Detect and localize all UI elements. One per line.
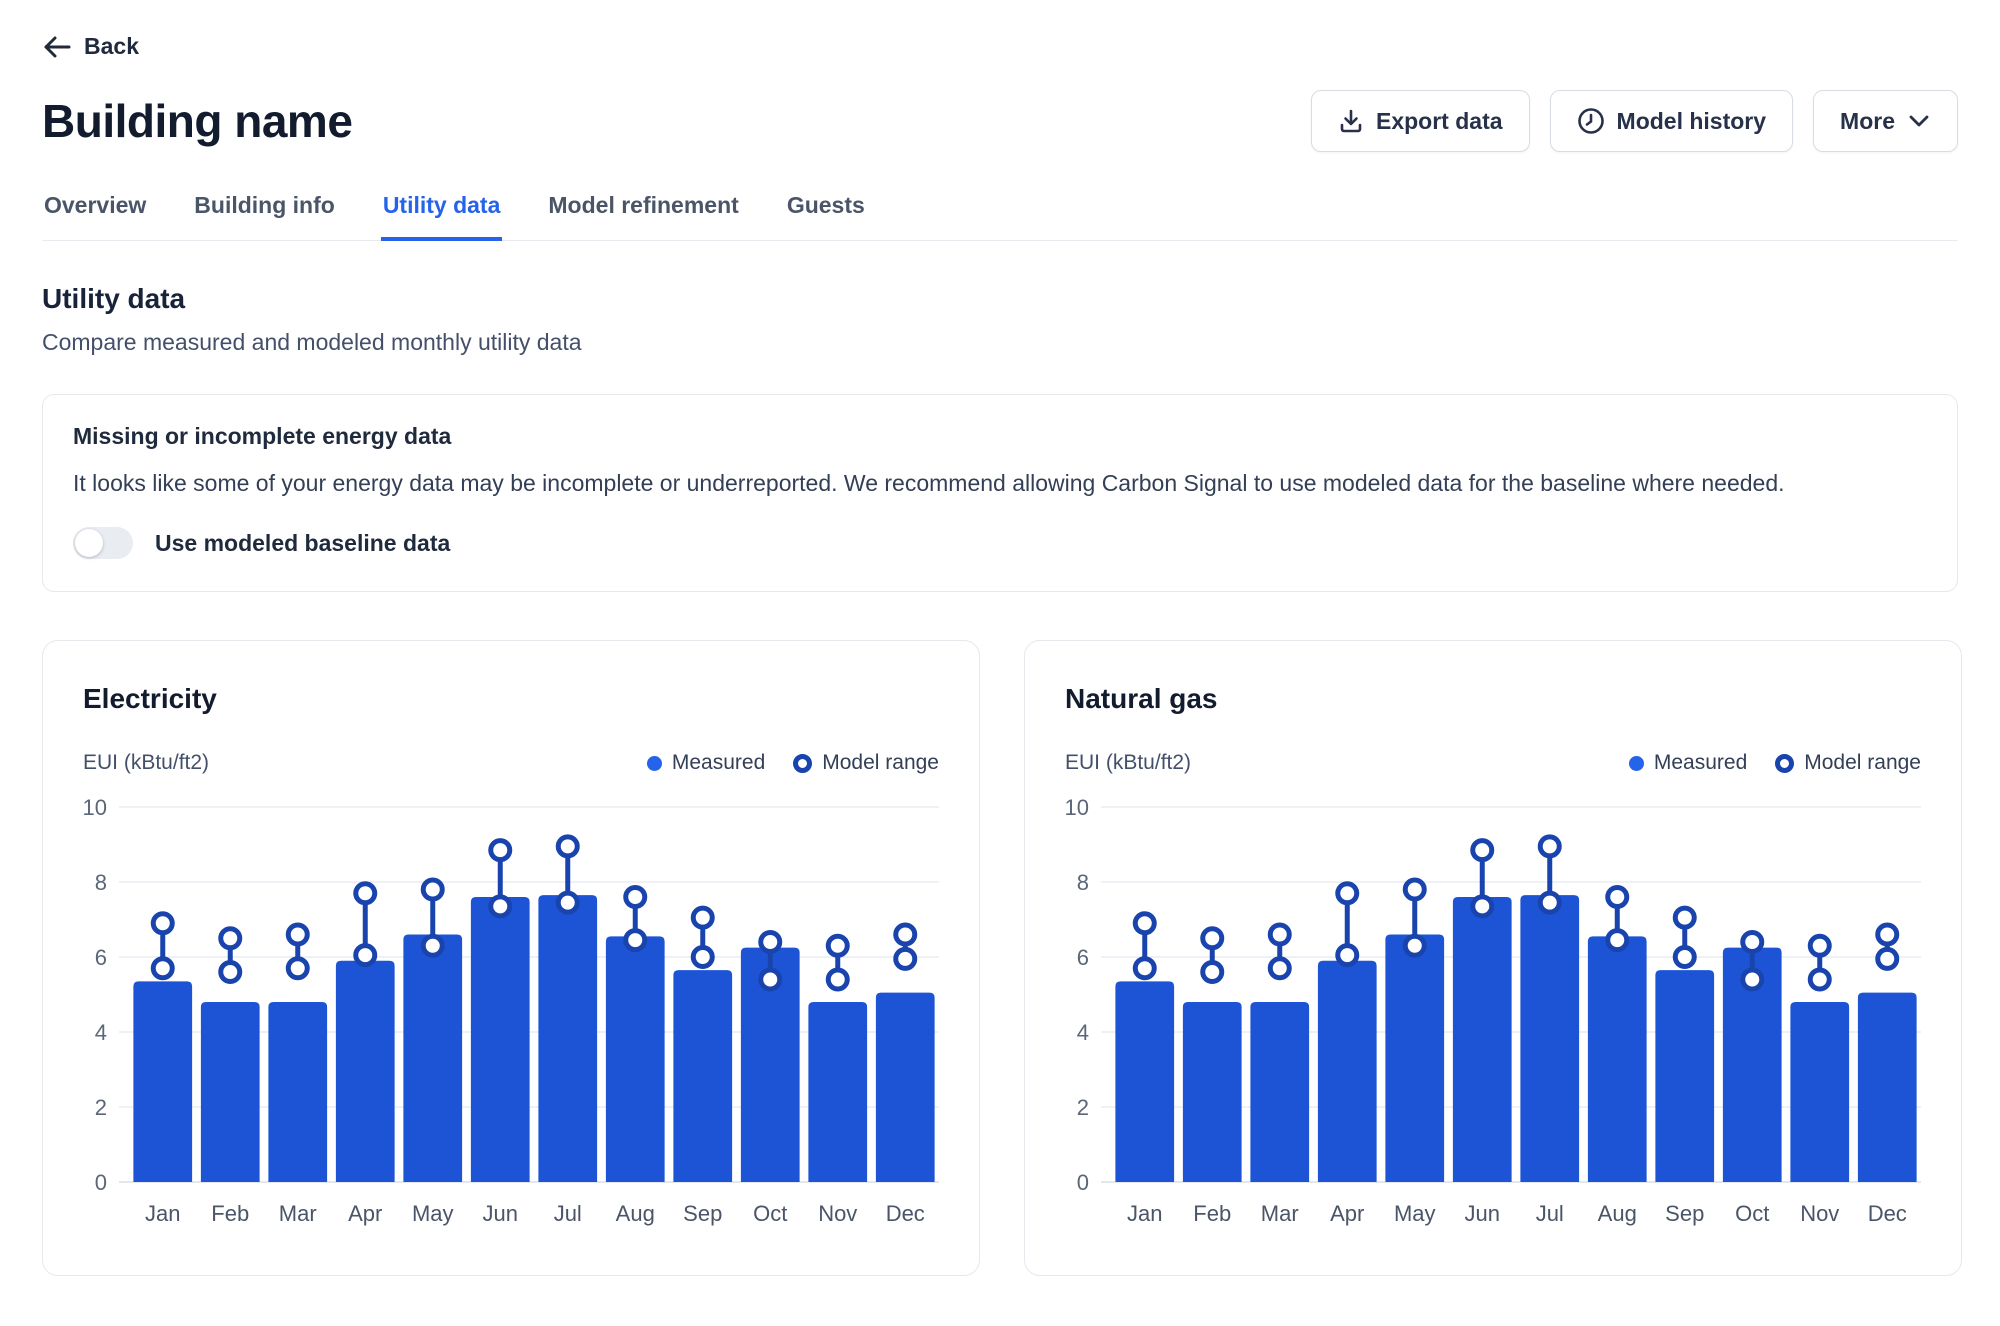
legend-measured-label: Measured [672, 751, 765, 775]
svg-text:Sep: Sep [683, 1201, 722, 1226]
tab-guests[interactable]: Guests [785, 192, 867, 241]
tab-bar: Overview Building info Utility data Mode… [42, 192, 1958, 241]
svg-text:Sep: Sep [1665, 1201, 1704, 1226]
svg-text:Dec: Dec [1868, 1201, 1907, 1226]
tab-model-refinement[interactable]: Model refinement [546, 192, 740, 241]
svg-text:10: 10 [83, 795, 107, 820]
page-title: Building name [42, 94, 352, 148]
svg-text:10: 10 [1065, 795, 1089, 820]
back-arrow-icon [42, 34, 72, 60]
svg-text:Nov: Nov [1800, 1201, 1839, 1226]
svg-text:Aug: Aug [1598, 1201, 1637, 1226]
tab-utility-data[interactable]: Utility data [381, 192, 503, 241]
model-history-label: Model history [1617, 108, 1767, 135]
export-data-label: Export data [1376, 108, 1503, 135]
chevron-down-icon [1907, 113, 1931, 129]
back-label: Back [84, 33, 139, 60]
svg-text:4: 4 [1077, 1020, 1089, 1045]
natural-gas-y-axis-label: EUI (kBtu/ft2) [1065, 751, 1191, 775]
back-link[interactable]: Back [42, 33, 139, 60]
legend-measured-label: Measured [1654, 751, 1747, 775]
svg-text:Jun: Jun [483, 1201, 518, 1226]
use-modeled-baseline-toggle[interactable] [73, 527, 133, 559]
electricity-chart: 0 2 4 6 8 10 Jan Feb Mar Apr May Jun Jul Aug Sep Oct Nov… [83, 791, 939, 1235]
title-row: Building name Export data Model history [42, 90, 1958, 152]
svg-text:6: 6 [95, 945, 107, 970]
banner-title: Missing or incomplete energy data [73, 423, 1927, 450]
natural-gas-card-meta: EUI (kBtu/ft2) Measured Model range [1065, 751, 1921, 775]
electricity-card: Electricity EUI (kBtu/ft2) Measured Mode… [42, 640, 980, 1276]
electricity-card-title: Electricity [83, 683, 939, 715]
toggle-label: Use modeled baseline data [155, 530, 450, 557]
svg-text:Dec: Dec [886, 1201, 925, 1226]
legend-model-range: Model range [793, 751, 939, 775]
svg-text:Feb: Feb [1193, 1201, 1231, 1226]
svg-text:May: May [412, 1201, 454, 1226]
svg-text:6: 6 [1077, 945, 1089, 970]
legend-model-range-label: Model range [1804, 751, 1921, 775]
measured-dot-icon [647, 756, 662, 771]
svg-text:0: 0 [95, 1170, 107, 1195]
model-range-ring-icon [793, 754, 812, 773]
measured-dot-icon [1629, 756, 1644, 771]
svg-text:8: 8 [95, 870, 107, 895]
download-icon [1338, 108, 1364, 134]
svg-text:Jul: Jul [554, 1201, 582, 1226]
svg-text:4: 4 [95, 1020, 107, 1045]
svg-text:May: May [1394, 1201, 1436, 1226]
svg-text:Jan: Jan [1127, 1201, 1162, 1226]
natural-gas-legend: Measured Model range [1629, 751, 1921, 775]
svg-text:Apr: Apr [348, 1201, 382, 1226]
missing-data-banner: Missing or incomplete energy data It loo… [42, 394, 1958, 592]
clock-icon [1577, 107, 1605, 135]
natural-gas-card: Natural gas EUI (kBtu/ft2) Measured Mode… [1024, 640, 1962, 1276]
tab-overview[interactable]: Overview [42, 192, 148, 241]
electricity-y-axis-label: EUI (kBtu/ft2) [83, 751, 209, 775]
electricity-card-meta: EUI (kBtu/ft2) Measured Model range [83, 751, 939, 775]
tab-building-info[interactable]: Building info [192, 192, 337, 241]
svg-text:Feb: Feb [211, 1201, 249, 1226]
svg-text:Oct: Oct [753, 1201, 787, 1226]
svg-text:2: 2 [1077, 1095, 1089, 1120]
toggle-knob [75, 529, 103, 557]
svg-text:Jan: Jan [145, 1201, 180, 1226]
banner-body: It looks like some of your energy data m… [73, 468, 1927, 499]
svg-text:Nov: Nov [818, 1201, 857, 1226]
model-history-button[interactable]: Model history [1550, 90, 1794, 152]
electricity-legend: Measured Model range [647, 751, 939, 775]
page: Back Building name Export data Model his… [0, 0, 2000, 1276]
svg-text:Mar: Mar [1261, 1201, 1299, 1226]
legend-measured: Measured [1629, 751, 1747, 775]
svg-text:Apr: Apr [1330, 1201, 1364, 1226]
svg-text:Mar: Mar [279, 1201, 317, 1226]
legend-model-range: Model range [1775, 751, 1921, 775]
legend-model-range-label: Model range [822, 751, 939, 775]
baseline-toggle-row: Use modeled baseline data [73, 527, 1927, 559]
svg-text:8: 8 [1077, 870, 1089, 895]
svg-text:Jul: Jul [1536, 1201, 1564, 1226]
chart-cards: Electricity EUI (kBtu/ft2) Measured Mode… [42, 640, 1958, 1276]
more-button[interactable]: More [1813, 90, 1958, 152]
header-actions: Export data Model history More [1311, 90, 1958, 152]
export-data-button[interactable]: Export data [1311, 90, 1530, 152]
section-subtitle: Compare measured and modeled monthly uti… [42, 329, 1958, 356]
model-range-ring-icon [1775, 754, 1794, 773]
natural-gas-card-title: Natural gas [1065, 683, 1921, 715]
svg-text:Aug: Aug [616, 1201, 655, 1226]
natural-gas-chart: 0 2 4 6 8 10 Jan Feb Mar Apr May Jun Jul Aug Sep Oct Nov… [1065, 791, 1921, 1235]
svg-text:2: 2 [95, 1095, 107, 1120]
svg-text:Jun: Jun [1465, 1201, 1500, 1226]
more-label: More [1840, 108, 1895, 135]
legend-measured: Measured [647, 751, 765, 775]
svg-text:Oct: Oct [1735, 1201, 1769, 1226]
svg-text:0: 0 [1077, 1170, 1089, 1195]
section-title: Utility data [42, 283, 1958, 315]
